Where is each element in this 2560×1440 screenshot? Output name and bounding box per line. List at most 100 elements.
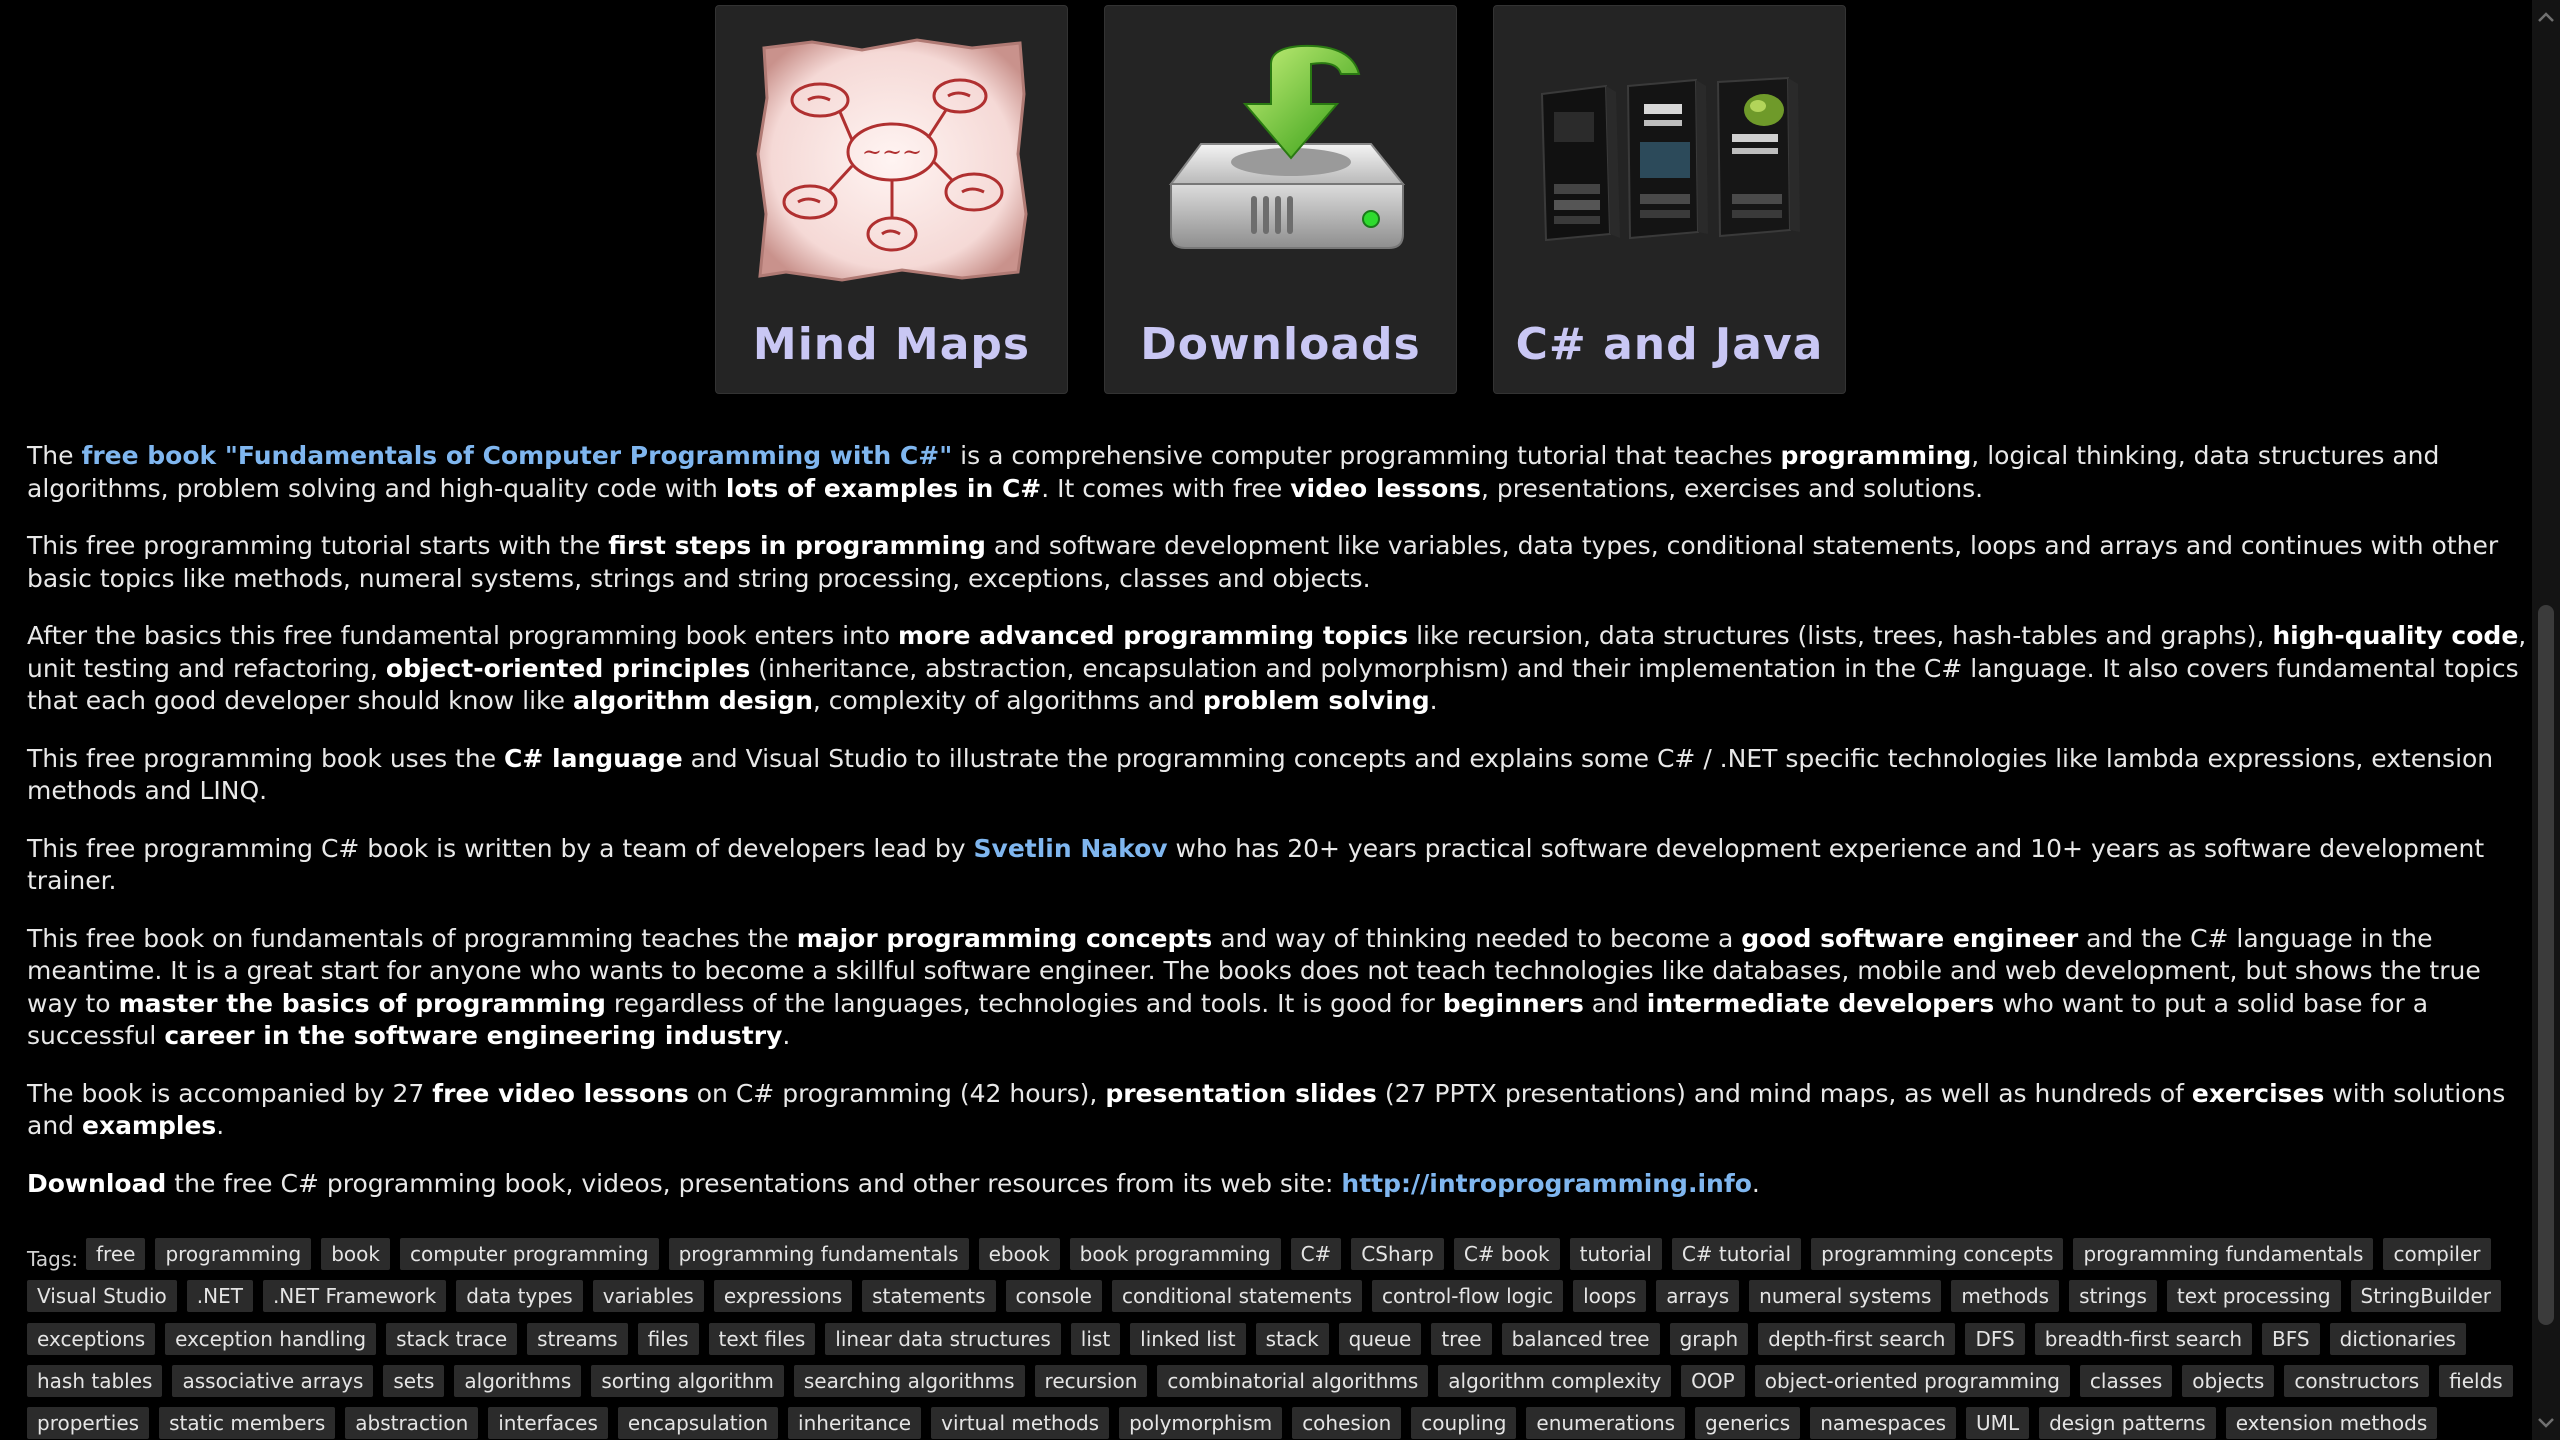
download-drive-image bbox=[1105, 34, 1456, 284]
tag-chip[interactable]: arrays bbox=[1656, 1280, 1740, 1313]
tag-chip[interactable]: combinatorial algorithms bbox=[1157, 1364, 1429, 1397]
tag-chip[interactable]: balanced tree bbox=[1501, 1322, 1660, 1355]
tag-chip[interactable]: hash tables bbox=[27, 1364, 163, 1397]
svg-text:~~~: ~~~ bbox=[861, 138, 921, 166]
tag-chip[interactable]: static members bbox=[159, 1407, 336, 1440]
tag-chip[interactable]: console bbox=[1005, 1280, 1102, 1313]
tag-chip[interactable]: design patterns bbox=[2039, 1407, 2216, 1440]
tag-chip[interactable]: DFS bbox=[1965, 1322, 2025, 1355]
tag-chip[interactable]: expressions bbox=[713, 1280, 853, 1313]
tag-chip[interactable]: C# book bbox=[1453, 1238, 1560, 1270]
tag-chip[interactable]: properties bbox=[27, 1407, 150, 1440]
tag-chip[interactable]: linked list bbox=[1130, 1322, 1246, 1355]
tag-chip[interactable]: fields bbox=[2439, 1364, 2513, 1397]
tag-chip[interactable]: UML bbox=[1966, 1407, 2030, 1440]
tag-chip[interactable]: C# bbox=[1290, 1238, 1342, 1270]
tag-chip[interactable]: generics bbox=[1695, 1407, 1801, 1440]
tag-chip[interactable]: abstraction bbox=[345, 1407, 479, 1440]
book-title-link[interactable]: free book "Fundamentals of Computer Prog… bbox=[81, 441, 952, 470]
tag-chip[interactable]: objects bbox=[2182, 1364, 2275, 1397]
tag-chip[interactable]: graph bbox=[1669, 1322, 1749, 1355]
tile-csharp-and-java[interactable]: C# and Java bbox=[1493, 5, 1846, 394]
tag-chip[interactable]: programming fundamentals bbox=[668, 1238, 969, 1270]
tag-chip[interactable]: stack trace bbox=[386, 1322, 518, 1355]
chevron-down-icon[interactable] bbox=[2532, 1408, 2560, 1438]
tag-chip[interactable]: data types bbox=[456, 1280, 583, 1313]
tag-chip[interactable]: constructors bbox=[2284, 1364, 2430, 1397]
tag-chip[interactable]: algorithm complexity bbox=[1438, 1364, 1672, 1397]
tag-chip[interactable]: polymorphism bbox=[1119, 1407, 1283, 1440]
tag-chip[interactable]: tutorial bbox=[1569, 1238, 1662, 1270]
tag-chip[interactable]: methods bbox=[1951, 1280, 2060, 1313]
tag-chip[interactable]: compiler bbox=[2383, 1238, 2491, 1270]
tag-chip[interactable]: .NET Framework bbox=[262, 1280, 447, 1313]
paragraph-advanced: After the basics this free fundamental p… bbox=[27, 621, 2527, 715]
tag-chip[interactable]: OOP bbox=[1681, 1364, 1745, 1397]
tag-chip[interactable]: C# tutorial bbox=[1671, 1238, 1802, 1270]
chevron-up-icon[interactable] bbox=[2532, 2, 2560, 32]
tag-chip[interactable]: exception handling bbox=[165, 1322, 377, 1355]
tag-chip[interactable]: programming fundamentals bbox=[2073, 1238, 2374, 1270]
website-link[interactable]: http://introprogramming.info bbox=[1341, 1169, 1751, 1198]
tag-chip[interactable]: cohesion bbox=[1292, 1407, 1402, 1440]
tag-chip[interactable]: interfaces bbox=[488, 1407, 608, 1440]
tag-chip[interactable]: computer programming bbox=[399, 1238, 659, 1270]
tag-chip[interactable]: loops bbox=[1573, 1280, 1647, 1313]
tag-chip[interactable]: free bbox=[86, 1238, 146, 1270]
tags-label: Tags: bbox=[27, 1247, 79, 1271]
tag-chip[interactable]: numeral systems bbox=[1749, 1280, 1942, 1313]
tag-chip[interactable]: stack bbox=[1255, 1322, 1329, 1355]
tag-chip[interactable]: conditional statements bbox=[1111, 1280, 1362, 1313]
tag-chip[interactable]: sets bbox=[383, 1364, 445, 1397]
feature-tiles: ~~~ Mind Maps Downloads C# and Java bbox=[715, 5, 1846, 394]
author-link[interactable]: Svetlin Nakov bbox=[974, 834, 1168, 863]
tag-chip[interactable]: extension methods bbox=[2225, 1407, 2438, 1440]
tag-chip[interactable]: statements bbox=[862, 1280, 996, 1313]
tag-chip[interactable]: BFS bbox=[2262, 1322, 2320, 1355]
paragraph-author: This free programming C# book is written… bbox=[27, 833, 2485, 896]
tag-chip[interactable]: recursion bbox=[1034, 1364, 1148, 1397]
tag-chip[interactable]: searching algorithms bbox=[793, 1364, 1025, 1397]
tag-chip[interactable]: queue bbox=[1338, 1322, 1422, 1355]
tag-chip[interactable]: book programming bbox=[1069, 1238, 1281, 1270]
tag-chip[interactable]: ebook bbox=[978, 1238, 1060, 1270]
tag-chip[interactable]: variables bbox=[592, 1280, 704, 1313]
tag-chip[interactable]: .NET bbox=[186, 1280, 253, 1313]
tag-chip[interactable]: coupling bbox=[1411, 1407, 1517, 1440]
tag-chip[interactable]: dictionaries bbox=[2329, 1322, 2466, 1355]
tag-chip[interactable]: virtual methods bbox=[931, 1407, 1110, 1440]
tag-chip[interactable]: list bbox=[1070, 1322, 1121, 1355]
tag-chip[interactable]: enumerations bbox=[1526, 1407, 1686, 1440]
vertical-scrollbar[interactable] bbox=[2532, 0, 2560, 1440]
tag-chip[interactable]: inheritance bbox=[788, 1407, 922, 1440]
tag-chip[interactable]: tree bbox=[1431, 1322, 1492, 1355]
tag-chip[interactable]: sorting algorithm bbox=[591, 1364, 784, 1397]
tag-chip[interactable]: classes bbox=[2079, 1364, 2173, 1397]
tag-chip[interactable]: algorithms bbox=[454, 1364, 582, 1397]
tag-chip[interactable]: control-flow logic bbox=[1371, 1280, 1564, 1313]
tag-chip[interactable]: object-oriented programming bbox=[1754, 1364, 2070, 1397]
book-covers-image bbox=[1494, 34, 1845, 284]
tag-chip[interactable]: text processing bbox=[2166, 1280, 2341, 1313]
paragraph-intro: The free book "Fundamentals of Computer … bbox=[27, 441, 2440, 503]
tag-chip[interactable]: programming bbox=[155, 1238, 312, 1270]
tile-downloads[interactable]: Downloads bbox=[1104, 5, 1457, 394]
tag-chip[interactable]: streams bbox=[527, 1322, 628, 1355]
tag-chip[interactable]: exceptions bbox=[27, 1322, 156, 1355]
tag-chip[interactable]: text files bbox=[708, 1322, 816, 1355]
scrollbar-thumb[interactable] bbox=[2538, 605, 2554, 1325]
tag-chip[interactable]: associative arrays bbox=[172, 1364, 374, 1397]
tag-chip[interactable]: Visual Studio bbox=[27, 1280, 177, 1313]
tag-chip[interactable]: book bbox=[321, 1238, 390, 1270]
tag-chip[interactable]: StringBuilder bbox=[2350, 1280, 2501, 1313]
tag-chip[interactable]: linear data structures bbox=[825, 1322, 1061, 1355]
tag-chip[interactable]: files bbox=[637, 1322, 699, 1355]
tag-chip[interactable]: CSharp bbox=[1351, 1238, 1444, 1270]
tile-mind-maps[interactable]: ~~~ Mind Maps bbox=[715, 5, 1068, 394]
tag-chip[interactable]: encapsulation bbox=[617, 1407, 779, 1440]
tag-chip[interactable]: namespaces bbox=[1810, 1407, 1957, 1440]
tag-chip[interactable]: breadth-first search bbox=[2034, 1322, 2253, 1355]
tag-chip[interactable]: programming concepts bbox=[1811, 1238, 2064, 1270]
tag-chip[interactable]: depth-first search bbox=[1758, 1322, 1956, 1355]
tag-chip[interactable]: strings bbox=[2069, 1280, 2157, 1313]
